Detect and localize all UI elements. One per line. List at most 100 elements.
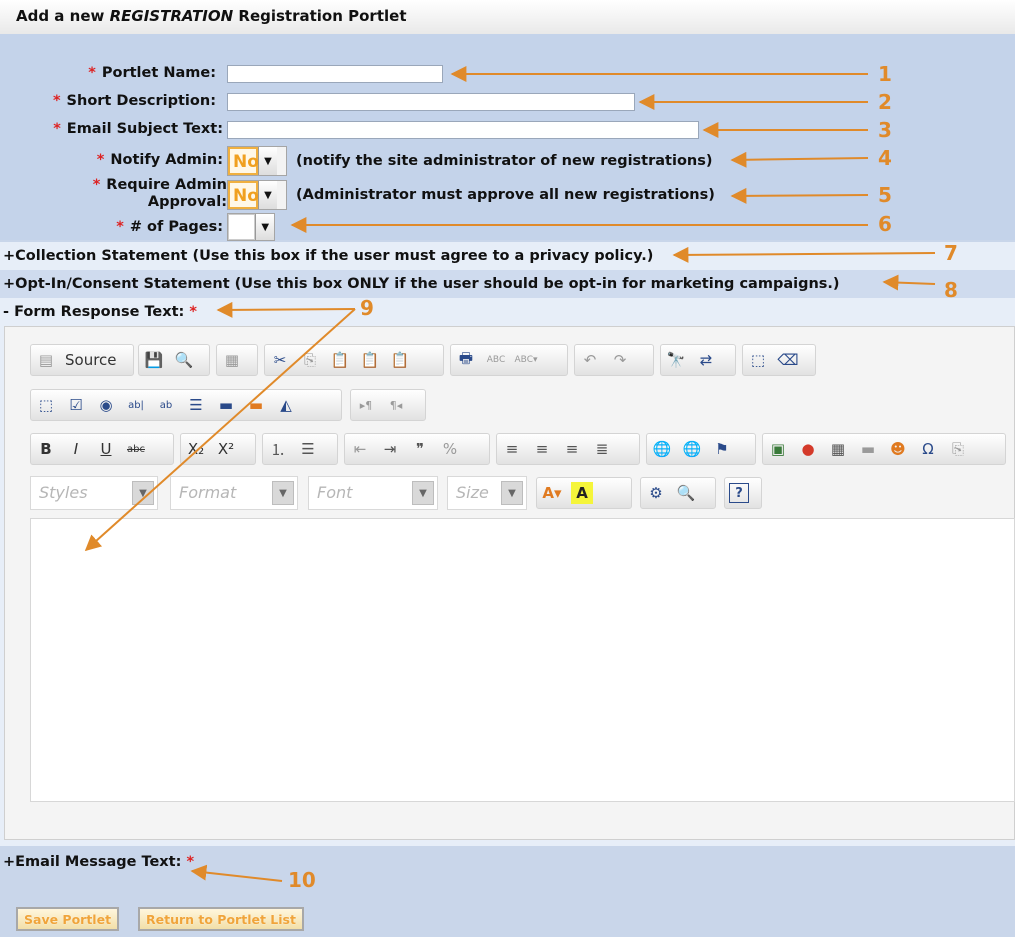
image-icon[interactable]: ▣ [767, 438, 789, 460]
toolbar-group-align: ≡ ≡ ≡ ≣ [496, 433, 640, 465]
image-button-icon[interactable]: ▬ [245, 394, 267, 416]
print-icon[interactable]: 🖶 [455, 349, 477, 371]
short-description-label: * Short Description: [52, 93, 216, 109]
return-to-list-button[interactable]: Return to Portlet List [138, 907, 304, 931]
toolbar-group-script: X₂ X² [180, 433, 256, 465]
align-left-icon[interactable]: ≡ [501, 438, 523, 460]
require-admin-select[interactable]: No ▼ [227, 180, 287, 210]
editor-content-area[interactable] [30, 518, 1015, 802]
remove-format-icon[interactable]: ⌫ [777, 349, 799, 371]
anchor-icon[interactable]: ⚑ [711, 438, 733, 460]
page-break-icon[interactable]: ⎘ [947, 438, 969, 460]
outdent-icon[interactable]: ⇤ [349, 438, 371, 460]
radio-icon[interactable]: ◉ [95, 394, 117, 416]
toolbar-group-basic: B I U abc [30, 433, 174, 465]
font-combo[interactable]: Font ▼ [308, 476, 438, 510]
styles-combo[interactable]: Styles ▼ [30, 476, 158, 510]
chevron-down-icon: ▼ [132, 481, 154, 505]
optin-statement-toggle[interactable]: +Opt-In/Consent Statement (Use this box … [0, 270, 1015, 298]
text-color-icon[interactable]: A▾ [541, 482, 563, 504]
hidden-field-icon[interactable]: ◭ [275, 394, 297, 416]
toolbar-group-bidi: ▸¶ ¶◂ [350, 389, 426, 421]
subscript-icon[interactable]: X₂ [185, 438, 207, 460]
help-icon[interactable]: ? [729, 483, 749, 503]
size-combo[interactable]: Size ▼ [447, 476, 527, 510]
flash-icon[interactable]: ● [797, 438, 819, 460]
textarea-icon[interactable]: ab [155, 394, 177, 416]
require-admin-value: No [228, 181, 259, 209]
toolbar-group-colors: A▾ A [536, 477, 632, 509]
blockquote-icon[interactable]: ❞ [409, 438, 431, 460]
unlink-icon[interactable]: 🌐 [681, 438, 703, 460]
strike-icon[interactable]: abc [125, 438, 147, 460]
short-description-input[interactable] [227, 93, 635, 111]
toolbar-group-templates: ▦ [216, 344, 258, 376]
special-char-icon[interactable]: Ω [917, 438, 939, 460]
collection-statement-toggle[interactable]: +Collection Statement (Use this box if t… [0, 242, 1015, 270]
bullet-list-icon[interactable]: ☰ [297, 438, 319, 460]
underline-icon[interactable]: U [95, 438, 117, 460]
link-icon[interactable]: 🌐 [651, 438, 673, 460]
pages-value [228, 214, 256, 240]
toolbar-group-lists: ⒈ ☰ [262, 433, 338, 465]
indent-icon[interactable]: ⇥ [379, 438, 401, 460]
paste-word-icon[interactable]: 📋 [389, 349, 411, 371]
checkbox-icon[interactable]: ☑ [65, 394, 87, 416]
form-response-toggle[interactable]: - Form Response Text: * [0, 298, 1015, 326]
pages-label: * # of Pages: [116, 219, 223, 235]
superscript-icon[interactable]: X² [215, 438, 237, 460]
find-icon[interactable]: 🔭 [665, 349, 687, 371]
portlet-name-input[interactable] [227, 65, 443, 83]
notify-admin-hint: (notify the site administrator of new re… [296, 153, 713, 169]
ltr-icon[interactable]: ▸¶ [355, 394, 377, 416]
annotation-number-6: 6 [878, 212, 892, 236]
toolbar-group-find: 🔭 ⇄ [660, 344, 736, 376]
annotation-number-2: 2 [878, 90, 892, 114]
select-field-icon[interactable]: ☰ [185, 394, 207, 416]
smiley-icon[interactable]: ☻ [887, 438, 909, 460]
form-icon[interactable]: ⬚ [35, 394, 57, 416]
email-subject-input[interactable] [227, 121, 699, 139]
templates-icon[interactable]: ▦ [221, 349, 243, 371]
text-field-icon[interactable]: ab| [125, 394, 147, 416]
show-blocks-icon[interactable]: 🔍 [675, 482, 697, 504]
toolbar-group-tools: ⚙ 🔍 [640, 477, 716, 509]
preview-icon[interactable]: 🔍 [173, 349, 195, 371]
rtl-icon[interactable]: ¶◂ [385, 394, 407, 416]
horizontal-rule-icon[interactable]: ▬ [857, 438, 879, 460]
copy-icon[interactable]: ⎘ [299, 349, 321, 371]
cut-icon[interactable]: ✂ [269, 349, 291, 371]
paste-text-icon[interactable]: 📋 [359, 349, 381, 371]
justify-icon[interactable]: ≣ [591, 438, 613, 460]
annotation-number-7: 7 [944, 241, 958, 265]
italic-icon[interactable]: I [65, 438, 87, 460]
undo-icon[interactable]: ↶ [579, 349, 601, 371]
align-right-icon[interactable]: ≡ [561, 438, 583, 460]
format-combo[interactable]: Format ▼ [170, 476, 298, 510]
page-title: Add a new REGISTRATION Registration Port… [16, 7, 407, 25]
notify-admin-value: No [228, 147, 259, 175]
save-portlet-button[interactable]: Save Portlet [16, 907, 120, 931]
spellcheck-dropdown-icon[interactable]: ABC▾ [515, 349, 538, 371]
bold-icon[interactable]: B [35, 438, 57, 460]
div-icon[interactable]: % [439, 438, 461, 460]
redo-icon[interactable]: ↷ [609, 349, 631, 371]
paste-icon[interactable]: 📋 [329, 349, 351, 371]
replace-icon[interactable]: ⇄ [695, 349, 717, 371]
source-button[interactable]: ▤ Source [30, 344, 134, 376]
chevron-down-icon: ▼ [272, 481, 294, 505]
annotation-number-3: 3 [878, 118, 892, 142]
numbered-list-icon[interactable]: ⒈ [267, 438, 289, 460]
button-field-icon[interactable]: ▬ [215, 394, 237, 416]
spellcheck-icon[interactable]: ABC [485, 349, 507, 371]
align-center-icon[interactable]: ≡ [531, 438, 553, 460]
select-all-icon[interactable]: ⬚ [747, 349, 769, 371]
table-icon[interactable]: ▦ [827, 438, 849, 460]
email-message-toggle[interactable]: +Email Message Text: * [0, 848, 1015, 876]
annotation-number-1: 1 [878, 62, 892, 86]
notify-admin-select[interactable]: No ▼ [227, 146, 287, 176]
bg-color-icon[interactable]: A [571, 482, 593, 504]
maximize-icon[interactable]: ⚙ [645, 482, 667, 504]
save-icon[interactable]: 💾 [143, 349, 165, 371]
pages-select[interactable]: ▼ [227, 213, 275, 241]
